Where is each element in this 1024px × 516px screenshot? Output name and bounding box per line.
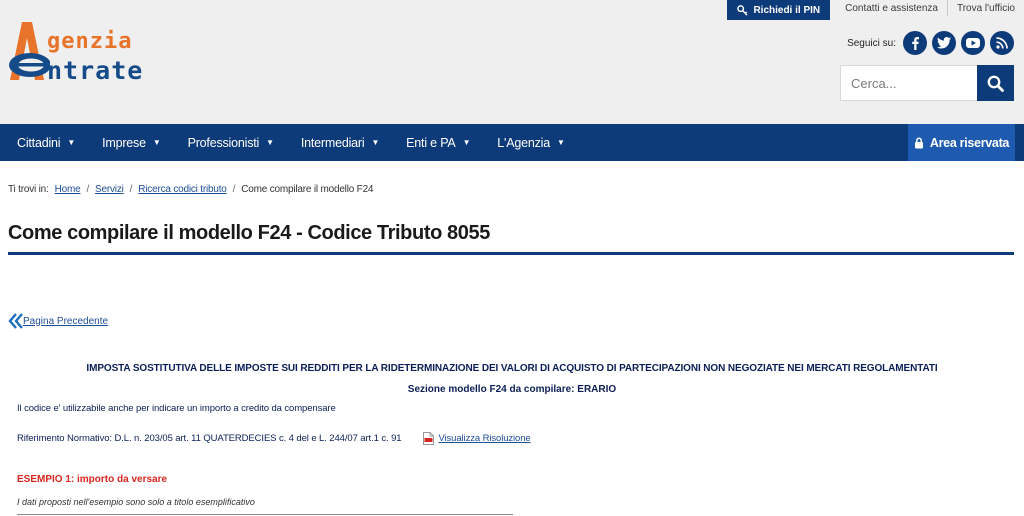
reserved-area-label: Area riservata <box>929 135 1010 150</box>
credit-note: Il codice e' utilizzabile anche per indi… <box>17 403 336 414</box>
caret-down-icon: ▼ <box>462 138 471 147</box>
site-header: genzia ntrate Richiedi il PIN Contatti e… <box>0 0 1024 124</box>
logo-word-entrate: ntrate <box>47 56 144 85</box>
rss-icon[interactable] <box>990 31 1014 55</box>
view-resolution-link[interactable]: Visualizza Risoluzione <box>438 433 530 444</box>
breadcrumb-home[interactable]: Home <box>55 184 81 195</box>
breadcrumb-prefix: Ti trovi in: <box>8 184 49 195</box>
page-title: Come compilare il modello F24 - Codice T… <box>8 222 490 244</box>
nav-item-label: Cittadini <box>17 135 61 150</box>
agenzia-entrate-logo[interactable]: genzia ntrate <box>6 18 181 86</box>
nav-item-agenzia[interactable]: L'Agenzia ▼ <box>480 124 574 161</box>
nav-item-label: L'Agenzia <box>497 135 550 150</box>
contacts-link[interactable]: Contatti e assistenza <box>836 0 947 16</box>
example-note: I dati proposti nell'esempio sono solo a… <box>17 497 255 507</box>
nav-item-intermediari[interactable]: Intermediari ▼ <box>284 124 389 161</box>
logo-a-mark-icon <box>9 22 50 80</box>
example-title: ESEMPIO 1: importo da versare <box>17 474 168 485</box>
f24-section-label: Sezione modello F24 da compilare: ERARIO <box>407 384 617 395</box>
request-pin-button[interactable]: Richiedi il PIN <box>727 0 831 20</box>
key-icon <box>737 4 749 16</box>
nav-item-cittadini[interactable]: Cittadini ▼ <box>0 124 85 161</box>
social-label: Seguici su: <box>847 37 896 49</box>
breadcrumb: Ti trovi in: Home / Servizi / Ricerca co… <box>8 184 374 195</box>
pdf-icon <box>423 432 435 445</box>
breadcrumb-ricerca-codici[interactable]: Ricerca codici tributo <box>138 184 227 195</box>
find-office-link[interactable]: Trova l'ufficio <box>946 0 1024 16</box>
request-pin-label: Richiedi il PIN <box>753 4 821 16</box>
nav-item-professionisti[interactable]: Professionisti ▼ <box>171 124 284 161</box>
example-table-top-border <box>17 514 513 515</box>
facebook-icon[interactable] <box>903 31 927 55</box>
nav-item-label: Enti e PA <box>406 135 456 150</box>
breadcrumb-current: Come compilare il modello F24 <box>241 184 374 195</box>
breadcrumb-separator: / <box>232 184 236 195</box>
previous-page-label: Pagina Precedente <box>23 315 109 327</box>
title-divider <box>8 252 1014 255</box>
reserved-area-button[interactable]: Area riservata <box>908 124 1015 161</box>
twitter-icon[interactable] <box>932 31 956 55</box>
logo-word-agenzia: genzia <box>47 29 133 54</box>
caret-down-icon: ▼ <box>371 138 380 147</box>
double-chevron-left-icon <box>8 313 23 329</box>
nav-item-enti-pa[interactable]: Enti e PA ▼ <box>389 124 480 161</box>
nav-item-imprese[interactable]: Imprese ▼ <box>85 124 170 161</box>
legal-reference: Riferimento Normativo: D.L. n. 203/05 ar… <box>17 433 402 444</box>
youtube-icon[interactable] <box>961 31 985 55</box>
breadcrumb-separator: / <box>129 184 133 195</box>
breadcrumb-separator: / <box>86 184 90 195</box>
breadcrumb-servizi[interactable]: Servizi <box>95 184 124 195</box>
nav-item-label: Intermediari <box>300 135 365 150</box>
search-input[interactable] <box>840 65 977 101</box>
social-bar: Seguici su: <box>847 31 1014 55</box>
search-button[interactable] <box>977 65 1014 101</box>
nav-item-label: Imprese <box>102 135 146 150</box>
tax-heading: IMPOSTA SOSTITUTIVA DELLE IMPOSTE SUI RE… <box>86 363 938 374</box>
top-links: Richiedi il PIN Contatti e assistenza Tr… <box>727 0 1024 20</box>
search-form <box>840 65 1014 101</box>
caret-down-icon: ▼ <box>266 138 274 147</box>
search-icon <box>987 75 1004 92</box>
caret-down-icon: ▼ <box>67 138 76 147</box>
caret-down-icon: ▼ <box>557 138 565 147</box>
nav-item-label: Professionisti <box>187 135 260 150</box>
legal-reference-row: Riferimento Normativo: D.L. n. 203/05 ar… <box>17 432 531 445</box>
previous-page-link[interactable]: Pagina Precedente <box>8 313 108 329</box>
lock-icon <box>914 136 923 148</box>
caret-down-icon: ▼ <box>152 138 161 147</box>
main-navigation: Cittadini ▼ Imprese ▼ Professionisti ▼ I… <box>0 124 1024 161</box>
